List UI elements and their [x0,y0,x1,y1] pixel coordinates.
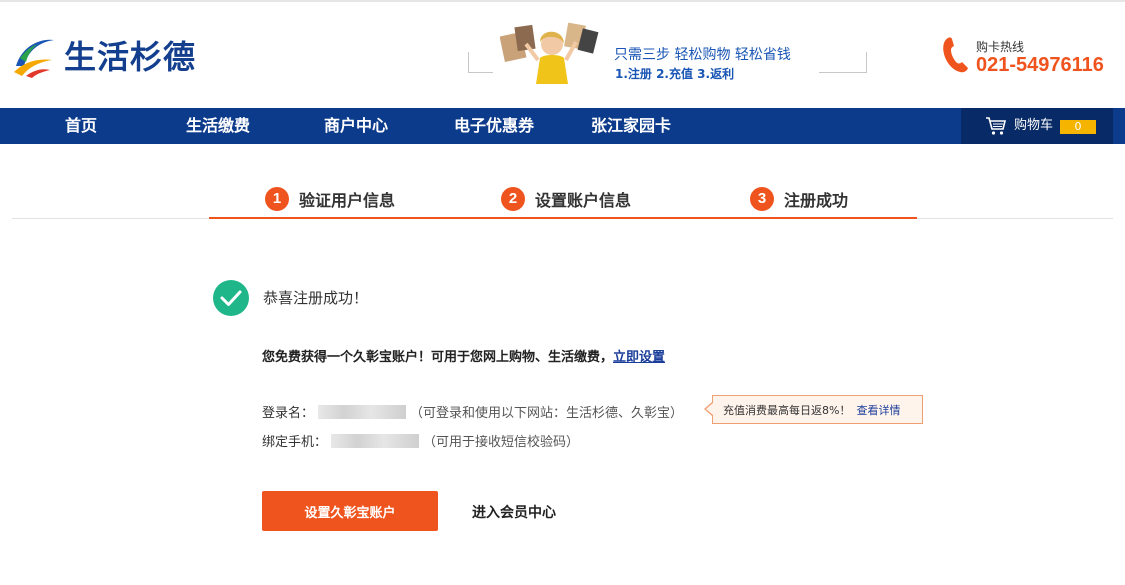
rebate-tip-text: 充值消费最高每日返8%！ [723,404,851,417]
rebate-tip: 充值消费最高每日返8%！ 查看详情 [712,395,923,424]
promo-slogan: 只需三步 轻松购物 轻松省钱 [614,47,791,63]
gift-text: 您免费获得一个久彰宝账户！可用于您网上购物、生活缴费， [262,350,614,365]
nav-item-e-coupons[interactable]: 电子优惠券 [454,108,534,144]
logo-text: 生活杉德 [64,38,197,76]
bound-phone-row: 绑定手机： （可用于接收短信校验码） [262,431,579,450]
login-name-label: 登录名： [262,406,315,421]
top-border [0,0,1125,2]
site-logo[interactable]: 生活杉德 [12,30,196,80]
success-title: 恭喜注册成功！ [263,289,369,307]
nav-item-bill-payment[interactable]: 生活缴费 [186,108,250,144]
login-name-row: 登录名： （可登录和使用以下网站：生活杉德、久彰宝） [262,402,683,421]
logo-swirl-icon [14,39,54,78]
hotline-number: 021-54976116 [976,54,1104,76]
nav-item-merchant-center[interactable]: 商户中心 [324,108,388,144]
view-details-link[interactable]: 查看详情 [856,404,900,417]
member-center-link[interactable]: 进入会员中心 [472,502,556,522]
promo-steps: 1.注册 2.充值 3.返利 [615,67,735,81]
cart-label: 购物车 [1014,118,1054,133]
bound-phone-label: 绑定手机： [262,435,328,450]
step-number: 3 [750,187,774,211]
step-verify-user: 1 验证用户信息 [265,186,395,212]
bound-phone-note: （可用于接收短信校验码） [423,435,580,450]
setup-now-link[interactable]: 立即设置 [613,350,665,365]
nav-item-home[interactable]: 首页 [65,108,97,144]
step-account-info: 2 设置账户信息 [501,186,631,212]
login-name-note: （可登录和使用以下网站：生活杉德、久彰宝） [410,406,684,421]
cart-icon [986,117,1007,135]
hotline-label: 购卡热线 [976,40,1025,54]
main-nav: 首页 生活缴费 商户中心 电子优惠券 张江家园卡 [0,108,1125,144]
step-label: 验证用户信息 [299,191,396,210]
tip-arrow-fill [706,403,713,415]
nav-item-zhangjiang-card[interactable]: 张江家园卡 [591,108,671,144]
phone-icon [943,37,968,73]
step-number: 2 [501,187,525,211]
steps-progress-bar [209,217,917,219]
cart-button[interactable]: 购物车 0 [961,108,1113,144]
bound-phone-masked-value [331,433,420,448]
step-label: 设置账户信息 [535,191,632,210]
gift-message: 您免费获得一个久彰宝账户！可用于您网上购物、生活缴费，立即设置 [262,346,665,365]
step-number: 1 [265,187,289,211]
login-name-masked-value [318,404,407,419]
step-label: 注册成功 [784,191,849,210]
cart-count-badge: 0 [1060,120,1096,134]
shopping-woman-illustration [500,22,599,84]
setup-account-button[interactable]: 设置久彰宝账户 [262,491,438,531]
step-register-success: 3 注册成功 [750,186,848,212]
check-circle-icon [213,280,249,316]
